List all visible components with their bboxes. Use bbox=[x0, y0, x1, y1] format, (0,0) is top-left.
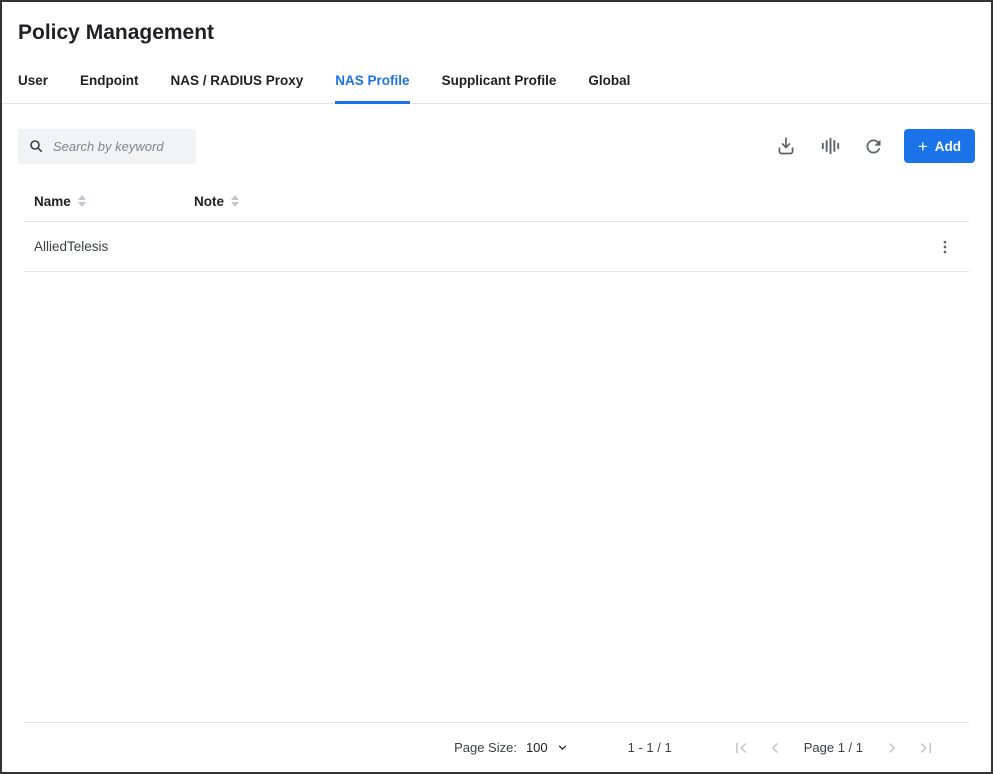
download-icon bbox=[775, 135, 797, 157]
table-row: AlliedTelesis bbox=[24, 222, 969, 272]
table-header-row: Name Note bbox=[24, 181, 969, 222]
previous-page-button[interactable] bbox=[763, 736, 787, 760]
page-title: Policy Management bbox=[18, 19, 975, 47]
tab-supplicant-profile[interactable]: Supplicant Profile bbox=[442, 59, 557, 103]
first-page-button[interactable] bbox=[729, 736, 753, 760]
search-box[interactable] bbox=[18, 129, 196, 164]
tab-endpoint[interactable]: Endpoint bbox=[80, 59, 138, 103]
pagination-footer: Page Size: 100 1 - 1 / 1 Page 1 / 1 bbox=[24, 722, 969, 772]
row-range-text: 1 - 1 / 1 bbox=[628, 740, 672, 755]
tab-global[interactable]: Global bbox=[588, 59, 630, 103]
tab-nas-profile[interactable]: NAS Profile bbox=[335, 59, 409, 103]
first-page-icon bbox=[731, 738, 751, 758]
chevron-left-icon bbox=[765, 738, 785, 758]
refresh-icon bbox=[863, 136, 884, 157]
toolbar: + Add bbox=[2, 104, 991, 164]
column-header-note-label: Note bbox=[194, 194, 224, 209]
chevron-down-icon bbox=[555, 740, 570, 755]
sort-icon[interactable] bbox=[231, 195, 239, 207]
tab-user[interactable]: User bbox=[18, 59, 48, 103]
search-icon bbox=[28, 138, 44, 154]
page-size-value: 100 bbox=[526, 740, 548, 755]
column-header-name[interactable]: Name bbox=[34, 194, 194, 209]
next-page-button[interactable] bbox=[880, 736, 904, 760]
add-button-label: Add bbox=[935, 139, 961, 154]
page-header: Policy Management bbox=[2, 2, 991, 47]
page-size-group: Page Size: 100 bbox=[454, 740, 570, 755]
last-page-icon bbox=[916, 738, 936, 758]
pagination-controls: Page 1 / 1 bbox=[724, 736, 943, 760]
chevron-right-icon bbox=[882, 738, 902, 758]
toolbar-actions: + Add bbox=[760, 128, 975, 164]
row-name-cell: AlliedTelesis bbox=[34, 239, 194, 254]
nas-profile-table: Name Note AlliedTelesis bbox=[24, 181, 969, 272]
column-settings-icon bbox=[819, 135, 841, 157]
policy-management-page: Policy Management User Endpoint NAS / RA… bbox=[0, 0, 993, 774]
sort-icon[interactable] bbox=[78, 195, 86, 207]
column-settings-button[interactable] bbox=[812, 128, 848, 164]
page-size-select[interactable]: 100 bbox=[526, 740, 570, 755]
empty-area bbox=[2, 272, 991, 722]
column-header-note[interactable]: Note bbox=[194, 194, 959, 209]
column-header-name-label: Name bbox=[34, 194, 71, 209]
refresh-button[interactable] bbox=[856, 128, 892, 164]
tab-nas-radius-proxy[interactable]: NAS / RADIUS Proxy bbox=[171, 59, 304, 103]
last-page-button[interactable] bbox=[914, 736, 938, 760]
page-size-label: Page Size: bbox=[454, 740, 517, 755]
kebab-menu-icon bbox=[936, 238, 954, 256]
row-actions-menu-button[interactable] bbox=[931, 233, 959, 261]
download-button[interactable] bbox=[768, 128, 804, 164]
tab-bar: User Endpoint NAS / RADIUS Proxy NAS Pro… bbox=[2, 59, 991, 104]
search-input[interactable] bbox=[51, 138, 186, 155]
page-indicator: Page 1 / 1 bbox=[804, 740, 863, 755]
plus-icon: + bbox=[918, 138, 928, 155]
add-button[interactable]: + Add bbox=[904, 129, 975, 163]
